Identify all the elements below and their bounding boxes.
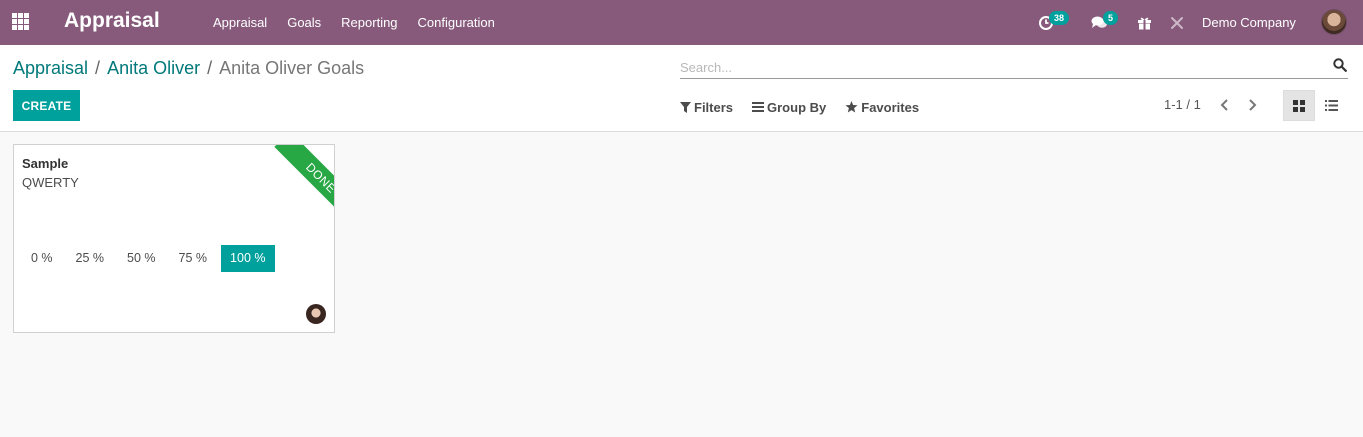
breadcrumb-separator: / (95, 58, 101, 78)
filters-label: Filters (694, 99, 734, 115)
list-icon (1324, 100, 1338, 111)
menu-item-goals[interactable]: Goals (277, 0, 331, 45)
group-by-label: Group By (767, 99, 827, 115)
search-icon[interactable] (1333, 58, 1347, 72)
star-icon (845, 101, 858, 113)
kanban-card[interactable]: Sample QWERTY DONE 0 % 25 % 50 % 75 % 10… (13, 144, 335, 333)
gift-menu[interactable] (1137, 0, 1152, 45)
menu-item-configuration[interactable]: Configuration (408, 0, 505, 45)
chevron-left-icon[interactable] (1218, 97, 1232, 113)
status-ribbon: DONE (254, 145, 334, 225)
filter-icon (680, 101, 691, 113)
main-menu: Appraisal Goals Reporting Configuration (203, 0, 505, 45)
top-navbar: Appraisal Appraisal Goals Reporting Conf… (0, 0, 1363, 45)
progress-option-50[interactable]: 50 % (118, 245, 165, 272)
tools-icon (1171, 16, 1183, 29)
search-input[interactable] (680, 57, 1320, 77)
employee-avatar (306, 304, 326, 324)
debug-tools-menu[interactable] (1170, 0, 1184, 45)
activity-count-badge: 38 (1049, 11, 1070, 25)
breadcrumb-anita-oliver[interactable]: Anita Oliver (107, 58, 200, 79)
progress-option-25[interactable]: 25 % (67, 245, 114, 272)
company-switcher[interactable]: Demo Company (1202, 15, 1296, 30)
breadcrumb-appraisal[interactable]: Appraisal (13, 58, 88, 79)
progress-option-100[interactable]: 100 % (221, 244, 275, 272)
group-by-button[interactable]: Group By (752, 100, 826, 115)
pager-value[interactable]: 1-1 / 1 (1164, 97, 1201, 112)
breadcrumb-current: Anita Oliver Goals (219, 58, 365, 78)
apps-menu-icon[interactable] (12, 13, 31, 30)
menu-item-reporting[interactable]: Reporting (331, 0, 407, 45)
progress-selector: 0 % 25 % 50 % 75 % 100 % (22, 244, 280, 272)
search-options: Filters Group By Favorites (680, 97, 938, 117)
app-title: Appraisal (64, 9, 160, 32)
chevron-right-icon[interactable] (1245, 97, 1259, 113)
list-view-button[interactable] (1315, 90, 1347, 121)
search-bar (680, 54, 1348, 79)
favorites-label: Favorites (861, 99, 920, 115)
breadcrumb-separator: / (207, 58, 213, 78)
kanban-view-button[interactable] (1283, 90, 1315, 121)
user-avatar[interactable] (1321, 9, 1347, 35)
control-panel: Appraisal / Anita Oliver / Anita Oliver … (0, 45, 1363, 132)
create-button[interactable]: CREATE (13, 90, 80, 121)
card-title: Sample (22, 156, 69, 171)
menu-item-appraisal[interactable]: Appraisal (203, 0, 277, 45)
progress-option-0[interactable]: 0 % (22, 245, 62, 272)
bars-icon (752, 102, 765, 112)
card-subtitle: QWERTY (22, 175, 79, 190)
messages-count-badge: 5 (1103, 11, 1119, 25)
favorites-button[interactable]: Favorites (845, 100, 919, 115)
breadcrumb: Appraisal / Anita Oliver / Anita Oliver … (13, 58, 364, 79)
filters-button[interactable]: Filters (680, 100, 733, 115)
kanban-grid-icon (1293, 99, 1305, 112)
gift-icon (1138, 17, 1151, 30)
ribbon-label: DONE (274, 145, 334, 225)
progress-option-75[interactable]: 75 % (170, 245, 217, 272)
